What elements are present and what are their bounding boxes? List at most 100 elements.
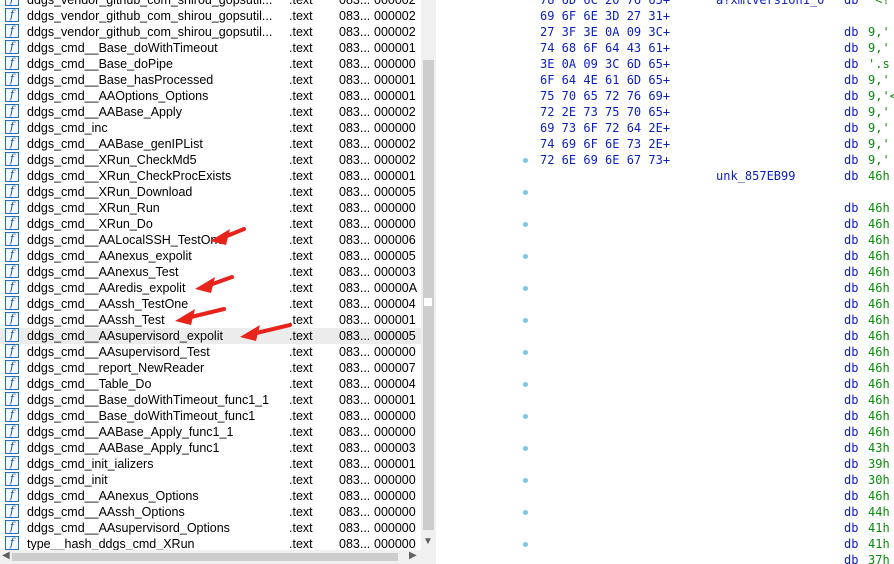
function-segment: .text <box>289 457 313 471</box>
function-start: 083... <box>339 441 371 455</box>
function-row[interactable]: f ddgs_cmd__AAssh_Test .text 083... 000001 <box>0 312 421 328</box>
function-row[interactable]: f ddgs_cmd__AAOptions_Options .text 083... 0… <box>0 88 421 104</box>
scroll-down-icon[interactable]: ▼ <box>423 536 433 547</box>
function-name: ddgs_cmd__AAOptions_Options <box>27 89 209 103</box>
function-row[interactable]: f ddgs_cmd__XRun_CheckProcExists .text 083.… <box>0 168 421 184</box>
operand: 39h <box>868 457 890 471</box>
function-segment: .text <box>289 521 313 535</box>
breakpoint-dot[interactable] <box>523 190 528 195</box>
function-icon: f <box>5 104 19 118</box>
function-icon: f <box>5 328 19 342</box>
function-row[interactable]: f ddgs_cmd_init_ializers .text 083... 000001 <box>0 456 421 472</box>
disassembly-gutter <box>440 0 536 564</box>
breakpoint-dot[interactable] <box>523 286 528 291</box>
function-segment: .text <box>289 105 313 119</box>
function-length: 000003 <box>374 441 416 455</box>
function-row[interactable]: f ddgs_cmd__AABase_Apply_func1_1 .text 083.… <box>0 424 421 440</box>
mnemonic: db <box>844 89 859 103</box>
hex-bytes: 78 6D 6C 20 76 65+ <box>540 0 671 7</box>
breakpoint-dot[interactable] <box>523 350 528 355</box>
function-row[interactable]: f ddgs_cmd_inc .text 083... 000000 <box>0 120 421 136</box>
function-row[interactable]: f ddgs_cmd__AAredis_expolit .text 083... 000… <box>0 280 421 296</box>
function-row[interactable]: f ddgs_cmd__Base_doWithTimeout .text 083...… <box>0 40 421 56</box>
function-start: 083... <box>339 489 371 503</box>
function-name: ddgs_cmd__AAnexus_Test <box>27 265 179 279</box>
function-row[interactable]: f ddgs_cmd__AALocalSSH_TestOne .text 083...… <box>0 232 421 248</box>
function-segment: .text <box>289 0 313 7</box>
function-start: 083... <box>339 505 371 519</box>
function-name: ddgs_vendor_github_com_shirou_gopsutil..… <box>27 25 273 39</box>
function-row[interactable]: f ddgs_cmd__Base_doWithTimeout_func1 .text… <box>0 408 421 424</box>
hex-bytes: 3E 0A 09 3C 6D 65+ <box>540 57 671 71</box>
operand: 46h <box>868 249 890 263</box>
functions-list: f ddgs_vendor_github_com_shirou_gopsutil.… <box>0 0 421 552</box>
function-icon: f <box>5 488 19 502</box>
function-name: ddgs_cmd__AABase_Apply_func1 <box>27 441 220 455</box>
hex-bytes: 6F 64 4E 61 6D 65+ <box>540 73 671 87</box>
function-row[interactable]: f ddgs_cmd__AABase_Apply_func1 .text 083...… <box>0 440 421 456</box>
operand: 43h <box>868 441 890 455</box>
function-start: 083... <box>339 185 371 199</box>
horizontal-scrollbar[interactable]: ◀ ▶ <box>0 550 421 564</box>
function-row[interactable]: f ddgs_vendor_github_com_shirou_gopsutil.… <box>0 0 421 8</box>
function-row[interactable]: f ddgs_cmd__AABase_genIPList .text 083... 00… <box>0 136 421 152</box>
function-segment: .text <box>289 153 313 167</box>
function-start: 083... <box>339 329 371 343</box>
function-row[interactable]: f ddgs_cmd__Base_hasProcessed .text 083... 0… <box>0 72 421 88</box>
function-length: 000002 <box>374 25 416 39</box>
breakpoint-dot[interactable] <box>523 382 528 387</box>
scroll-left-icon[interactable]: ◀ <box>2 550 10 561</box>
function-start: 083... <box>339 233 371 247</box>
function-row[interactable]: f ddgs_cmd__AAssh_Options .text 083... 00000… <box>0 504 421 520</box>
breakpoint-dot[interactable] <box>523 222 528 227</box>
function-row[interactable]: f ddgs_cmd__AAnexus_expolit .text 083... 000… <box>0 248 421 264</box>
function-row[interactable]: f ddgs_cmd__XRun_Run .text 083... 000000 <box>0 200 421 216</box>
function-name: ddgs_cmd__AAnexus_expolit <box>27 249 192 263</box>
function-length: 000000 <box>374 201 416 215</box>
breakpoint-dot[interactable] <box>523 254 528 259</box>
breakpoint-dot[interactable] <box>523 414 528 419</box>
scroll-right-icon[interactable]: ▶ <box>409 550 417 561</box>
function-length: 000003 <box>374 265 416 279</box>
breakpoint-dot[interactable] <box>523 318 528 323</box>
function-icon: f <box>5 520 19 534</box>
function-row[interactable]: f ddgs_cmd__AAnexus_Options .text 083... 000… <box>0 488 421 504</box>
function-icon: f <box>5 216 19 230</box>
function-row[interactable]: f ddgs_cmd__AAsupervisord_expolit .text 083… <box>0 328 421 344</box>
breakpoint-dot[interactable] <box>523 158 528 163</box>
function-row[interactable]: f ddgs_cmd__XRun_Do .text 083... 000000 <box>0 216 421 232</box>
function-name: ddgs_cmd__AABase_Apply_func1_1 <box>27 425 234 439</box>
function-row[interactable]: f ddgs_cmd__report_NewReader .text 083... 00… <box>0 360 421 376</box>
function-row[interactable]: f ddgs_cmd__AAsupervisord_Test .text 083...… <box>0 344 421 360</box>
vertical-scrollbar[interactable]: ▼ <box>421 0 436 564</box>
function-length: 000000 <box>374 217 416 231</box>
function-icon: f <box>5 456 19 470</box>
operand: 9,' <box>868 153 890 167</box>
function-length: 000000 <box>374 121 416 135</box>
function-row[interactable]: f ddgs_cmd__AABase_Apply .text 083... 000002 <box>0 104 421 120</box>
function-row[interactable]: f ddgs_cmd__AAssh_TestOne .text 083... 00000… <box>0 296 421 312</box>
operand: 46h <box>868 233 890 247</box>
disassembly-view[interactable]: 78 6D 6C 20 76 65+ a?xmlversion1_0 db '<? 69… <box>440 0 894 564</box>
breakpoint-dot[interactable] <box>523 510 528 515</box>
breakpoint-dot[interactable] <box>523 478 528 483</box>
disasm-label: a?xmlversion1_0 <box>716 0 825 7</box>
function-row[interactable]: f ddgs_cmd_init .text 083... 000000 <box>0 472 421 488</box>
function-name: ddgs_cmd__AABase_Apply <box>27 105 182 119</box>
breakpoint-dot[interactable] <box>523 446 528 451</box>
scroll-thumb[interactable] <box>423 60 434 530</box>
function-row[interactable]: f ddgs_vendor_github_com_shirou_gopsutil.… <box>0 24 421 40</box>
function-row[interactable]: f ddgs_vendor_github_com_shirou_gopsutil.… <box>0 8 421 24</box>
function-row[interactable]: f ddgs_cmd__XRun_Download .text 083... 00000… <box>0 184 421 200</box>
function-row[interactable]: f ddgs_cmd__Base_doWithTimeout_func1_1 .te… <box>0 392 421 408</box>
breakpoint-dot[interactable] <box>523 542 528 547</box>
function-row[interactable]: f ddgs_cmd__Table_Do .text 083... 000004 <box>0 376 421 392</box>
operand: 9,' <box>868 25 890 39</box>
function-row[interactable]: f ddgs_cmd__AAnexus_Test .text 083... 000003 <box>0 264 421 280</box>
function-row[interactable]: f ddgs_cmd__XRun_CheckMd5 .text 083... 00000… <box>0 152 421 168</box>
function-segment: .text <box>289 217 313 231</box>
function-row[interactable]: f ddgs_cmd__AAsupervisord_Options .text 083… <box>0 520 421 536</box>
horizontal-scroll-thumb[interactable] <box>12 553 398 561</box>
function-row[interactable]: f ddgs_cmd__Base_doPipe .text 083... 000000 <box>0 56 421 72</box>
function-length: 000002 <box>374 0 416 7</box>
